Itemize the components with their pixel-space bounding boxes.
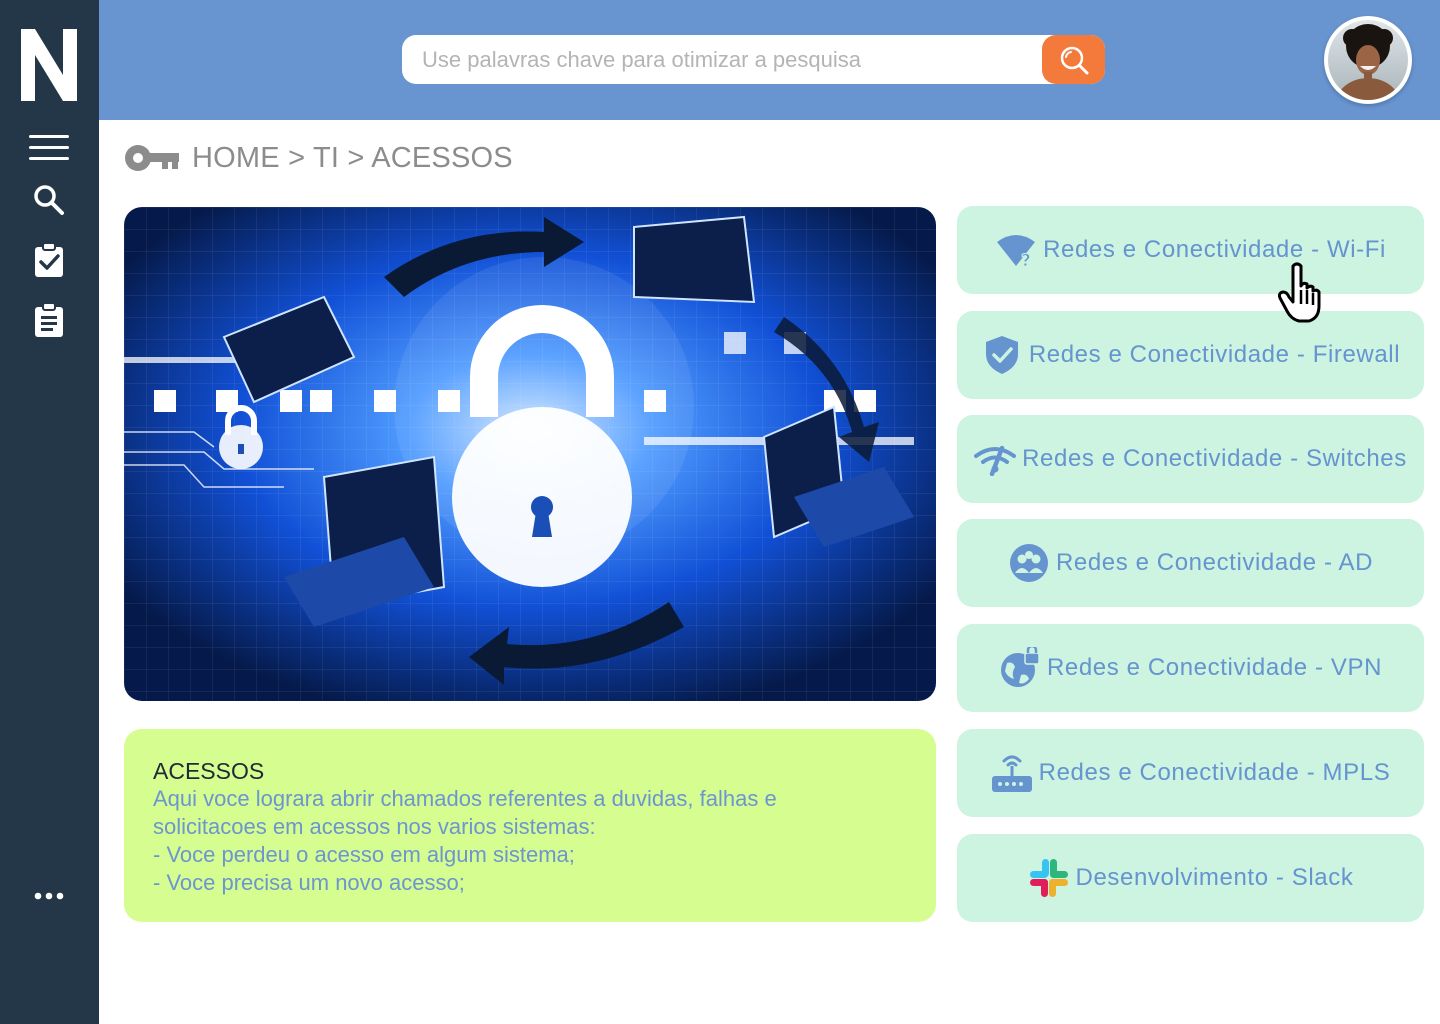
info-line: Aqui voce lograra abrir chamados referen… [153,786,777,811]
search-icon [1060,46,1088,74]
key-icon [125,145,179,171]
shield-check-icon [981,334,1023,376]
category-slack[interactable]: Desenvolvimento - Slack [957,834,1424,922]
search-icon [34,185,64,215]
category-label: Redes e Conectividade - Wi-Fi [1043,236,1386,263]
sidebar-tasks-button[interactable] [24,238,74,282]
info-line: solicitacoes em acessos nos varios siste… [153,814,596,839]
category-wifi[interactable]: ? Redes e Conectividade - Wi-Fi [957,206,1424,294]
category-label: Redes e Conectividade - VPN [1046,654,1383,681]
breadcrumb-home[interactable]: HOME [192,142,280,174]
breadcrumb-separator: > [347,141,372,174]
category-mpls[interactable]: Redes e Conectividade - MPLS [957,729,1424,817]
breadcrumb-separator: > [288,141,313,174]
network-signal-icon [974,438,1017,480]
globe-lock-icon [999,647,1041,689]
menu-button[interactable] [24,126,74,170]
info-line: - Voce perdeu o acesso em algum sistema; [153,842,575,867]
router-icon [991,752,1033,794]
hero-image [124,207,936,701]
clipboard-icon [35,302,63,337]
users-group-icon [1008,542,1050,584]
sidebar-search-button[interactable] [24,178,74,222]
category-firewall[interactable]: Redes e Conectividade - Firewall [957,311,1424,399]
category-vpn[interactable]: Redes e Conectividade - VPN [957,624,1424,712]
sidebar: N [0,0,99,1024]
info-title: ACESSOS [153,758,265,784]
category-label: Redes e Conectividade - Switches [1022,445,1407,472]
category-switches[interactable]: Redes e Conectividade - Switches [957,415,1424,503]
breadcrumb-ti[interactable]: TI [313,142,339,174]
breadcrumb-current: ACESSOS [371,141,513,174]
user-avatar[interactable] [1324,16,1412,104]
breadcrumb: HOME > TI > ACESSOS [124,140,513,176]
sidebar-clipboard-button[interactable] [24,298,74,342]
more-icon [34,892,64,900]
info-box: ACESSOS Aqui voce lograra abrir chamados… [124,729,936,922]
category-label: Redes e Conectividade - AD [1055,549,1374,576]
search-bar [402,35,1105,84]
top-header [99,0,1440,120]
svg-text:?: ? [1021,251,1031,268]
info-line: - Voce precisa um novo acesso; [153,870,465,895]
wifi-question-icon: ? [995,229,1037,271]
menu-icon [29,135,69,160]
more-button[interactable] [24,874,74,918]
category-label: Redes e Conectividade - Firewall [1028,341,1401,368]
search-input[interactable] [402,35,1042,84]
search-button[interactable] [1042,35,1105,84]
category-label: Redes e Conectividade - MPLS [1038,759,1391,786]
slack-icon [1028,857,1070,899]
tasks-checked-icon [35,242,63,277]
category-ad[interactable]: Redes e Conectividade - AD [957,519,1424,607]
category-label: Desenvolvimento - Slack [1075,864,1354,891]
app-logo[interactable]: N [19,29,79,101]
